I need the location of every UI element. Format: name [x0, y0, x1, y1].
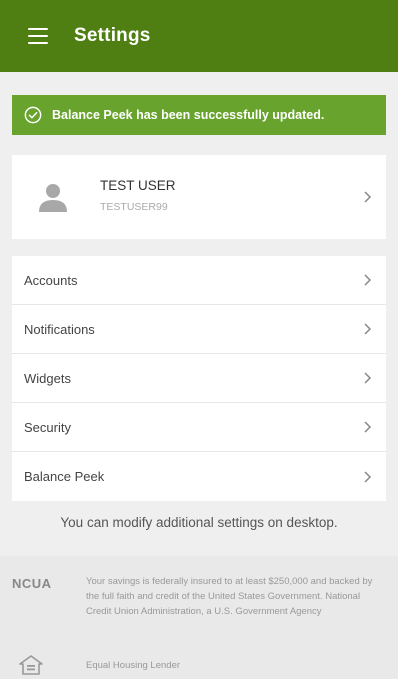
chevron-right-icon — [364, 421, 372, 433]
user-info: TEST USER TESTUSER99 — [100, 178, 363, 213]
app-bar: Settings — [0, 0, 398, 72]
chevron-right-icon — [364, 470, 372, 483]
desktop-settings-note: You can modify additional settings on de… — [60, 515, 338, 530]
hamburger-menu-icon[interactable] — [28, 28, 48, 44]
menu-item-label: Balance Peek — [24, 469, 105, 484]
user-profile-card[interactable]: TEST USER TESTUSER99 — [12, 155, 386, 239]
ncua-logo: NCUA — [12, 576, 52, 591]
footer: NCUA Your savings is federally insured t… — [0, 556, 398, 679]
menu-item-label: Notifications — [24, 321, 95, 337]
ncua-disclaimer: Your savings is federally insured to at … — [86, 576, 373, 617]
menu-item-widgets[interactable]: Widgets — [12, 354, 386, 403]
chevron-right-icon — [364, 372, 372, 384]
check-circle-icon — [24, 106, 42, 124]
person-icon — [39, 184, 67, 212]
menu-item-label: Widgets — [24, 370, 71, 386]
user-username: TESTUSER99 — [100, 200, 168, 213]
menu-item-balance-peek[interactable]: Balance Peek — [12, 452, 386, 501]
success-banner: Balance Peek has been successfully updat… — [12, 95, 386, 135]
banner-message: Balance Peek has been successfully updat… — [52, 108, 325, 122]
user-name: TEST USER — [100, 177, 176, 193]
menu-item-label: Accounts — [24, 272, 78, 288]
menu-item-accounts[interactable]: Accounts — [12, 256, 386, 305]
equal-housing-icon — [19, 655, 43, 675]
equal-housing-lender-text: Equal Housing Lender — [86, 660, 181, 671]
page-title: Settings — [74, 25, 151, 46]
chevron-right-icon — [364, 323, 372, 335]
chevron-right-icon — [364, 274, 372, 286]
menu-item-label: Security — [24, 419, 71, 435]
menu-item-security[interactable]: Security — [12, 403, 386, 452]
menu-item-notifications[interactable]: Notifications — [12, 305, 386, 354]
settings-menu: Accounts Notifications Widgets Security … — [12, 256, 386, 501]
chevron-right-icon — [364, 191, 372, 203]
